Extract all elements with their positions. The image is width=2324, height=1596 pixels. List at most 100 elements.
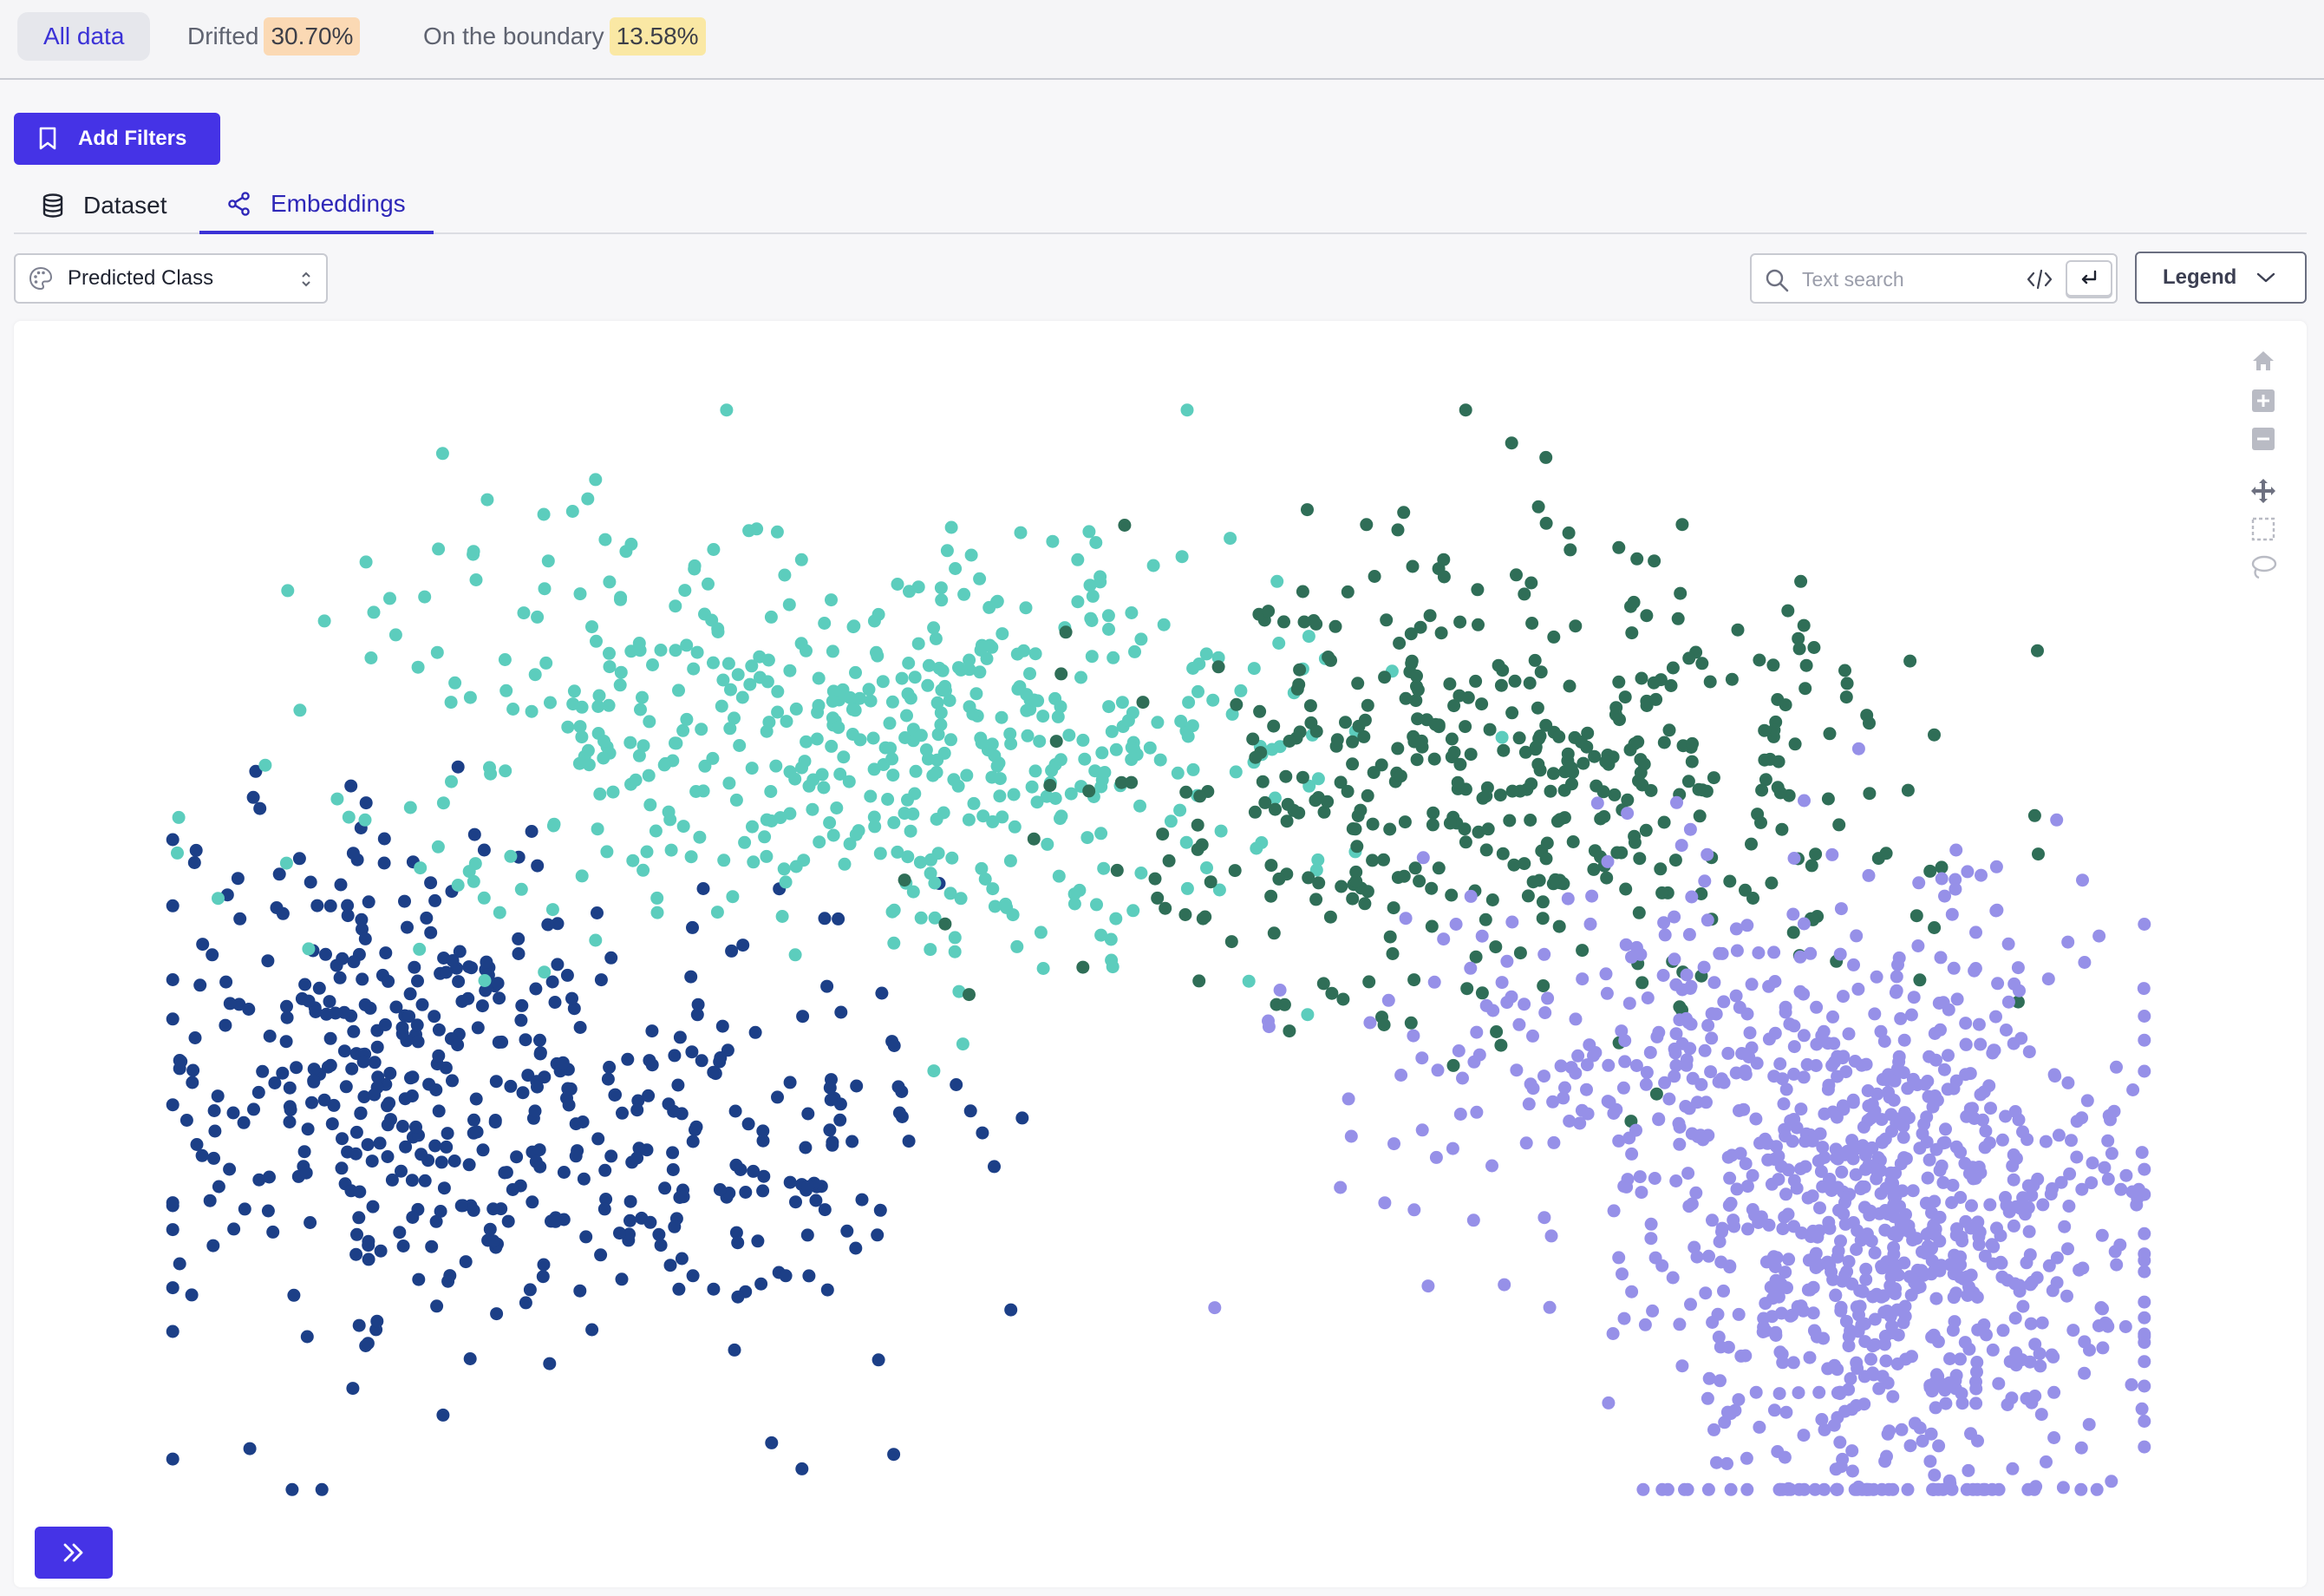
- embedding-point[interactable]: [488, 1115, 502, 1129]
- embedding-point[interactable]: [1749, 1385, 1763, 1399]
- embedding-point[interactable]: [963, 653, 976, 667]
- embedding-point[interactable]: [446, 954, 460, 967]
- embedding-point[interactable]: [1156, 827, 1170, 841]
- embedding-point[interactable]: [830, 801, 844, 814]
- embedding-point[interactable]: [864, 789, 878, 803]
- embedding-point[interactable]: [1809, 847, 1823, 861]
- embedding-point[interactable]: [962, 813, 976, 827]
- embedding-point[interactable]: [1983, 1198, 1997, 1212]
- embedding-point[interactable]: [469, 1092, 483, 1106]
- embedding-point[interactable]: [1334, 1181, 1348, 1194]
- embedding-point[interactable]: [2082, 1417, 2096, 1431]
- embedding-point[interactable]: [247, 1102, 260, 1116]
- embedding-point[interactable]: [646, 658, 659, 671]
- embedding-point[interactable]: [1797, 1429, 1811, 1442]
- embedding-point[interactable]: [818, 617, 832, 630]
- embedding-point[interactable]: [173, 1257, 186, 1271]
- embedding-point[interactable]: [1561, 747, 1575, 761]
- embedding-point[interactable]: [1655, 1482, 1669, 1496]
- embedding-point[interactable]: [1809, 1059, 1823, 1072]
- embedding-point[interactable]: [1928, 1468, 1942, 1482]
- embedding-point[interactable]: [1585, 889, 1599, 903]
- embedding-point[interactable]: [1539, 450, 1553, 464]
- embedding-point[interactable]: [800, 735, 813, 749]
- embedding-point[interactable]: [1524, 814, 1537, 827]
- embedding-point[interactable]: [2138, 1265, 2151, 1279]
- embedding-point[interactable]: [1890, 970, 1903, 984]
- embedding-point[interactable]: [1850, 929, 1864, 943]
- embedding-point[interactable]: [1602, 1396, 1616, 1410]
- embedding-point[interactable]: [1458, 822, 1472, 836]
- embedding-point[interactable]: [663, 1259, 677, 1272]
- embedding-point[interactable]: [1635, 976, 1649, 990]
- embedding-point[interactable]: [1010, 939, 1024, 953]
- embedding-point[interactable]: [957, 587, 971, 601]
- embedding-point[interactable]: [366, 1200, 380, 1213]
- embedding-point[interactable]: [1729, 922, 1743, 936]
- embedding-point[interactable]: [425, 1240, 439, 1253]
- embedding-point[interactable]: [1309, 724, 1323, 738]
- embedding-point[interactable]: [976, 1126, 989, 1140]
- embedding-point[interactable]: [2026, 1275, 2039, 1289]
- embedding-point[interactable]: [266, 1225, 280, 1239]
- embedding-point[interactable]: [800, 1228, 814, 1242]
- embedding-point[interactable]: [512, 932, 526, 945]
- embedding-point[interactable]: [609, 1088, 622, 1102]
- embedding-point[interactable]: [944, 733, 957, 747]
- embedding-point[interactable]: [1949, 1286, 1963, 1300]
- embedding-point[interactable]: [1471, 583, 1485, 597]
- embedding-point[interactable]: [996, 627, 1009, 641]
- embedding-point[interactable]: [783, 1175, 797, 1189]
- embedding-point[interactable]: [1612, 675, 1626, 689]
- embedding-point[interactable]: [1414, 734, 1428, 748]
- embedding-point[interactable]: [1657, 815, 1671, 829]
- embedding-point[interactable]: [1191, 842, 1204, 856]
- embedding-point[interactable]: [2033, 1347, 2047, 1361]
- embedding-point[interactable]: [1928, 728, 1941, 742]
- embedding-point[interactable]: [317, 614, 331, 628]
- embedding-point[interactable]: [345, 1062, 359, 1076]
- embedding-point[interactable]: [1868, 1312, 1882, 1326]
- embedding-point[interactable]: [1469, 674, 1483, 688]
- embedding-point[interactable]: [650, 906, 664, 919]
- embedding-point[interactable]: [630, 1103, 644, 1117]
- embedding-point[interactable]: [973, 572, 987, 585]
- embedding-point[interactable]: [1076, 960, 1090, 974]
- embedding-point[interactable]: [385, 1173, 399, 1187]
- embedding-point[interactable]: [451, 760, 465, 774]
- embedding-point[interactable]: [358, 932, 372, 945]
- embedding-point[interactable]: [592, 689, 606, 703]
- embedding-point[interactable]: [356, 972, 369, 986]
- embedding-point[interactable]: [1939, 1396, 1953, 1410]
- embedding-point[interactable]: [1673, 1318, 1687, 1331]
- embedding-point[interactable]: [1030, 795, 1044, 809]
- embedding-point[interactable]: [430, 1299, 444, 1313]
- embedding-point[interactable]: [362, 895, 375, 909]
- embedding-point[interactable]: [1878, 1223, 1892, 1237]
- embedding-point[interactable]: [475, 999, 489, 1013]
- embedding-point[interactable]: [927, 621, 941, 635]
- embedding-point[interactable]: [589, 473, 603, 487]
- embedding-point[interactable]: [696, 882, 710, 895]
- embedding-point[interactable]: [1893, 1200, 1906, 1213]
- embedding-point[interactable]: [2119, 1168, 2133, 1182]
- embedding-point[interactable]: [1133, 799, 1146, 813]
- embedding-point[interactable]: [1603, 1096, 1616, 1109]
- embedding-point[interactable]: [1652, 1112, 1666, 1126]
- embedding-point[interactable]: [1671, 612, 1685, 625]
- embedding-point[interactable]: [1094, 827, 1108, 841]
- embedding-point[interactable]: [1587, 1049, 1600, 1063]
- embedding-point[interactable]: [945, 851, 959, 865]
- embedding-point[interactable]: [1694, 1077, 1708, 1091]
- embedding-point[interactable]: [412, 1272, 426, 1286]
- embedding-point[interactable]: [401, 920, 414, 934]
- embedding-point[interactable]: [1125, 775, 1139, 789]
- embedding-point[interactable]: [2020, 1391, 2034, 1405]
- embedding-point[interactable]: [733, 739, 747, 752]
- embedding-point[interactable]: [1427, 752, 1441, 766]
- embedding-point[interactable]: [478, 974, 492, 987]
- embedding-point[interactable]: [514, 882, 528, 896]
- embedding-point[interactable]: [1043, 779, 1057, 792]
- embedding-point[interactable]: [1483, 723, 1497, 736]
- embedding-point[interactable]: [349, 1247, 363, 1261]
